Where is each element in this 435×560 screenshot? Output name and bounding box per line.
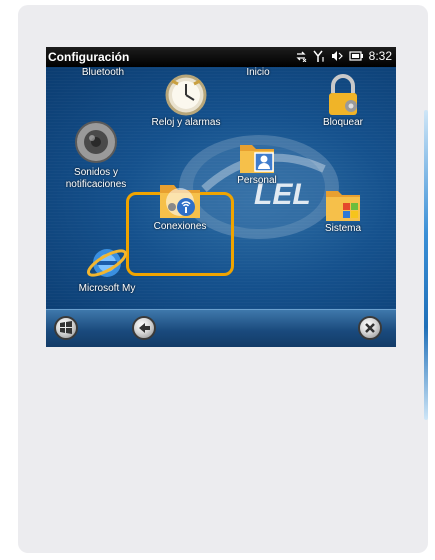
item-inicio-label: Inicio — [246, 67, 270, 78]
clock-time[interactable]: 8:32 — [369, 49, 392, 63]
item-microsoft-label: Microsoft My — [78, 283, 136, 294]
connectivity-icon[interactable] — [295, 50, 307, 62]
battery-icon[interactable] — [349, 50, 363, 62]
item-conexiones[interactable]: Conexiones — [132, 177, 228, 233]
clock-icon — [165, 74, 207, 116]
item-personal[interactable]: Personal — [226, 137, 288, 187]
personal-folder-icon — [240, 145, 274, 173]
device-screen: Configuración 8:32 LEL Bluetooth Reloj y… — [46, 47, 396, 347]
signal-icon[interactable] — [313, 50, 325, 62]
item-sistema-label: Sistema — [324, 223, 362, 234]
item-conexiones-label: Conexiones — [153, 221, 207, 232]
connections-folder-icon — [160, 185, 200, 218]
item-reloj-label: Reloj y alarmas — [151, 117, 221, 128]
start-button[interactable] — [54, 316, 78, 340]
back-arrow-icon — [139, 323, 150, 333]
item-sistema[interactable]: Sistema — [308, 185, 378, 235]
item-bloquear[interactable]: Bloquear — [308, 73, 378, 129]
bottom-softkey-bar — [46, 309, 396, 347]
item-microsoft[interactable]: Microsoft My — [62, 239, 152, 295]
item-reloj[interactable]: Reloj y alarmas — [138, 73, 234, 129]
card-accent-edge — [424, 110, 428, 420]
status-area: 8:32 — [295, 49, 392, 63]
item-sonidos-label: Sonidos y notificaciones — [65, 167, 127, 190]
item-bluetooth-label: Bluetooth — [81, 67, 125, 78]
item-sonidos[interactable]: Sonidos y notificaciones — [56, 119, 136, 191]
system-folder-icon — [326, 191, 360, 221]
close-button[interactable] — [358, 316, 382, 340]
item-personal-label: Personal — [237, 175, 277, 186]
volume-icon[interactable] — [331, 50, 343, 62]
settings-desktop: LEL Bluetooth Reloj y alarmas Inicio Blo… — [46, 67, 396, 309]
title-bar: Configuración 8:32 — [46, 47, 396, 67]
close-icon — [365, 323, 375, 333]
item-inicio[interactable]: Inicio — [228, 67, 288, 79]
internet-explorer-icon — [86, 249, 128, 277]
screen-title: Configuración — [48, 50, 130, 64]
windows-logo-icon — [60, 321, 72, 334]
speaker-icon — [75, 121, 117, 163]
back-button[interactable] — [132, 316, 156, 340]
item-bluetooth[interactable]: Bluetooth — [68, 67, 138, 79]
lock-icon — [329, 74, 357, 115]
item-bloquear-label: Bloquear — [322, 117, 364, 128]
